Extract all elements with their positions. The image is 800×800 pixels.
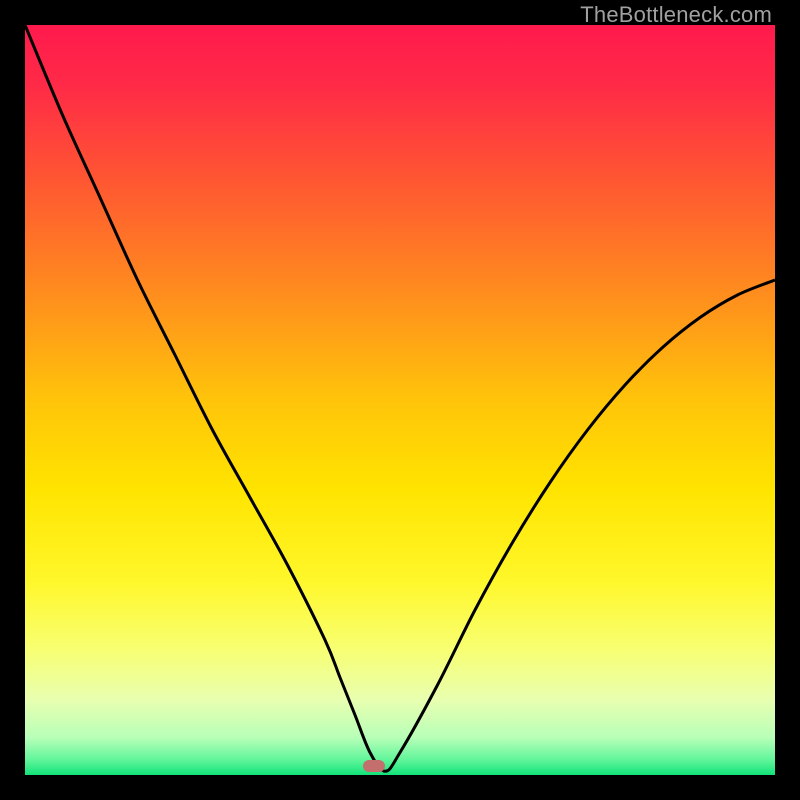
minimum-marker: [363, 760, 385, 772]
watermark-text: TheBottleneck.com: [580, 2, 772, 28]
background-gradient: [25, 25, 775, 775]
chart-frame: [25, 25, 775, 775]
